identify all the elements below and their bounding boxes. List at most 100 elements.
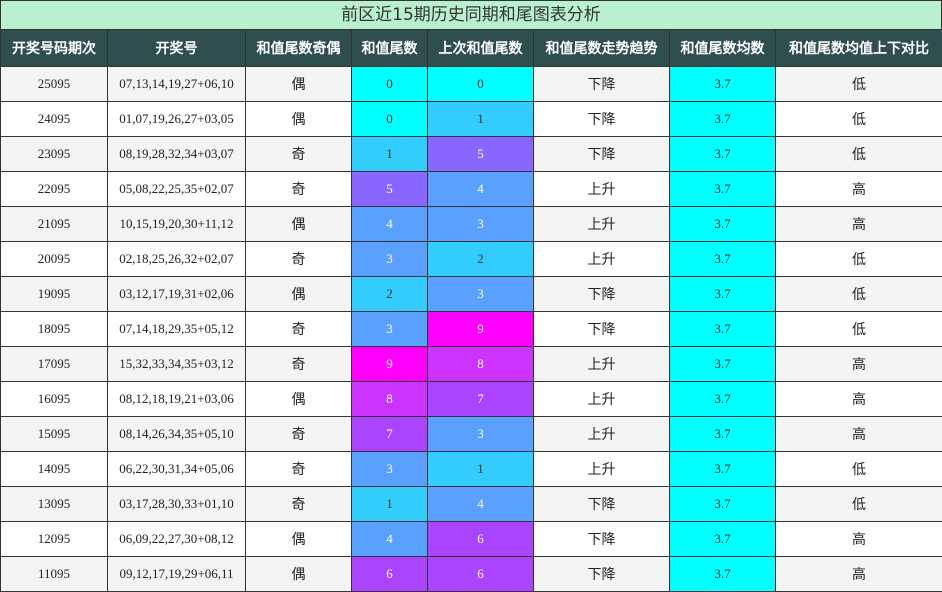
table-body: 2509507,13,14,19,27+06,10偶00下降3.7低240950… (1, 67, 942, 592)
table-row: 1709515,32,33,34,35+03,12奇98上升3.7高 (1, 347, 942, 382)
prev-tail-cell: 3 (428, 207, 534, 242)
parity-cell: 偶 (246, 522, 352, 557)
period-cell: 17095 (1, 347, 108, 382)
column-header: 开奖号码期次 (1, 30, 108, 67)
parity-cell: 偶 (246, 277, 352, 312)
numbers-cell: 07,13,14,19,27+06,10 (108, 67, 246, 102)
numbers-cell: 01,07,19,26,27+03,05 (108, 102, 246, 137)
period-cell: 12095 (1, 522, 108, 557)
compare-cell: 低 (776, 452, 942, 487)
table-row: 1509508,14,26,34,35+05,10奇73上升3.7高 (1, 417, 942, 452)
table-row: 2009502,18,25,26,32+02,07奇32上升3.7低 (1, 242, 942, 277)
table-row: 1209506,09,22,27,30+08,12偶46下降3.7高 (1, 522, 942, 557)
avg-cell: 3.7 (670, 487, 776, 522)
tail-cell: 1 (352, 487, 428, 522)
table-row: 2309508,19,28,32,34+03,07奇15下降3.7低 (1, 137, 942, 172)
period-cell: 24095 (1, 102, 108, 137)
period-cell: 22095 (1, 172, 108, 207)
avg-cell: 3.7 (670, 382, 776, 417)
compare-cell: 高 (776, 382, 942, 417)
tail-cell: 4 (352, 207, 428, 242)
table-row: 2509507,13,14,19,27+06,10偶00下降3.7低 (1, 67, 942, 102)
numbers-cell: 15,32,33,34,35+03,12 (108, 347, 246, 382)
prev-tail-cell: 1 (428, 452, 534, 487)
compare-cell: 高 (776, 172, 942, 207)
compare-cell: 低 (776, 312, 942, 347)
prev-tail-cell: 8 (428, 347, 534, 382)
compare-cell: 低 (776, 277, 942, 312)
period-cell: 25095 (1, 67, 108, 102)
trend-cell: 上升 (534, 207, 670, 242)
prev-tail-cell: 4 (428, 487, 534, 522)
avg-cell: 3.7 (670, 242, 776, 277)
period-cell: 11095 (1, 557, 108, 592)
trend-cell: 下降 (534, 522, 670, 557)
parity-cell: 偶 (246, 207, 352, 242)
compare-cell: 低 (776, 137, 942, 172)
avg-cell: 3.7 (670, 347, 776, 382)
parity-cell: 偶 (246, 557, 352, 592)
trend-cell: 上升 (534, 347, 670, 382)
trend-cell: 上升 (534, 417, 670, 452)
numbers-cell: 08,19,28,32,34+03,07 (108, 137, 246, 172)
avg-cell: 3.7 (670, 102, 776, 137)
parity-cell: 偶 (246, 382, 352, 417)
column-header: 开奖号 (108, 30, 246, 67)
trend-cell: 上升 (534, 172, 670, 207)
tail-cell: 2 (352, 277, 428, 312)
parity-cell: 奇 (246, 312, 352, 347)
table-row: 2409501,07,19,26,27+03,05偶01下降3.7低 (1, 102, 942, 137)
prev-tail-cell: 4 (428, 172, 534, 207)
column-header: 和值尾数走势趋势 (534, 30, 670, 67)
column-header: 上次和值尾数 (428, 30, 534, 67)
table-header-row: 开奖号码期次开奖号和值尾数奇偶和值尾数上次和值尾数和值尾数走势趋势和值尾数均数和… (1, 30, 942, 67)
compare-cell: 高 (776, 522, 942, 557)
column-header: 和值尾数 (352, 30, 428, 67)
compare-cell: 高 (776, 417, 942, 452)
trend-cell: 上升 (534, 452, 670, 487)
avg-cell: 3.7 (670, 522, 776, 557)
parity-cell: 奇 (246, 137, 352, 172)
prev-tail-cell: 6 (428, 522, 534, 557)
avg-cell: 3.7 (670, 67, 776, 102)
parity-cell: 奇 (246, 452, 352, 487)
numbers-cell: 08,14,26,34,35+05,10 (108, 417, 246, 452)
parity-cell: 奇 (246, 347, 352, 382)
table-row: 1409506,22,30,31,34+05,06奇31上升3.7低 (1, 452, 942, 487)
trend-cell: 下降 (534, 487, 670, 522)
compare-cell: 高 (776, 347, 942, 382)
prev-tail-cell: 2 (428, 242, 534, 277)
compare-cell: 低 (776, 67, 942, 102)
prev-tail-cell: 5 (428, 137, 534, 172)
column-header: 和值尾数奇偶 (246, 30, 352, 67)
numbers-cell: 10,15,19,20,30+11,12 (108, 207, 246, 242)
tail-cell: 4 (352, 522, 428, 557)
numbers-cell: 02,18,25,26,32+02,07 (108, 242, 246, 277)
tail-cell: 3 (352, 452, 428, 487)
tail-cell: 0 (352, 102, 428, 137)
avg-cell: 3.7 (670, 557, 776, 592)
chart-container: 前区近15期历史同期和尾图表分析 开奖号码期次开奖号和值尾数奇偶和值尾数上次和值… (0, 0, 942, 590)
avg-cell: 3.7 (670, 417, 776, 452)
compare-cell: 高 (776, 557, 942, 592)
numbers-cell: 05,08,22,25,35+02,07 (108, 172, 246, 207)
column-header: 和值尾数均值上下对比 (776, 30, 942, 67)
parity-cell: 偶 (246, 67, 352, 102)
tail-cell: 9 (352, 347, 428, 382)
numbers-cell: 03,12,17,19,31+02,06 (108, 277, 246, 312)
numbers-cell: 06,22,30,31,34+05,06 (108, 452, 246, 487)
compare-cell: 低 (776, 242, 942, 277)
tail-cell: 3 (352, 312, 428, 347)
numbers-cell: 07,14,18,29,35+05,12 (108, 312, 246, 347)
tail-cell: 7 (352, 417, 428, 452)
period-cell: 14095 (1, 452, 108, 487)
prev-tail-cell: 3 (428, 417, 534, 452)
period-cell: 13095 (1, 487, 108, 522)
table-row: 1109509,12,17,19,29+06,11偶66下降3.7高 (1, 557, 942, 592)
column-header: 和值尾数均数 (670, 30, 776, 67)
avg-cell: 3.7 (670, 137, 776, 172)
avg-cell: 3.7 (670, 277, 776, 312)
table-row: 1609508,12,18,19,21+03,06偶87上升3.7高 (1, 382, 942, 417)
tail-cell: 3 (352, 242, 428, 277)
chart-title: 前区近15期历史同期和尾图表分析 (0, 0, 942, 29)
